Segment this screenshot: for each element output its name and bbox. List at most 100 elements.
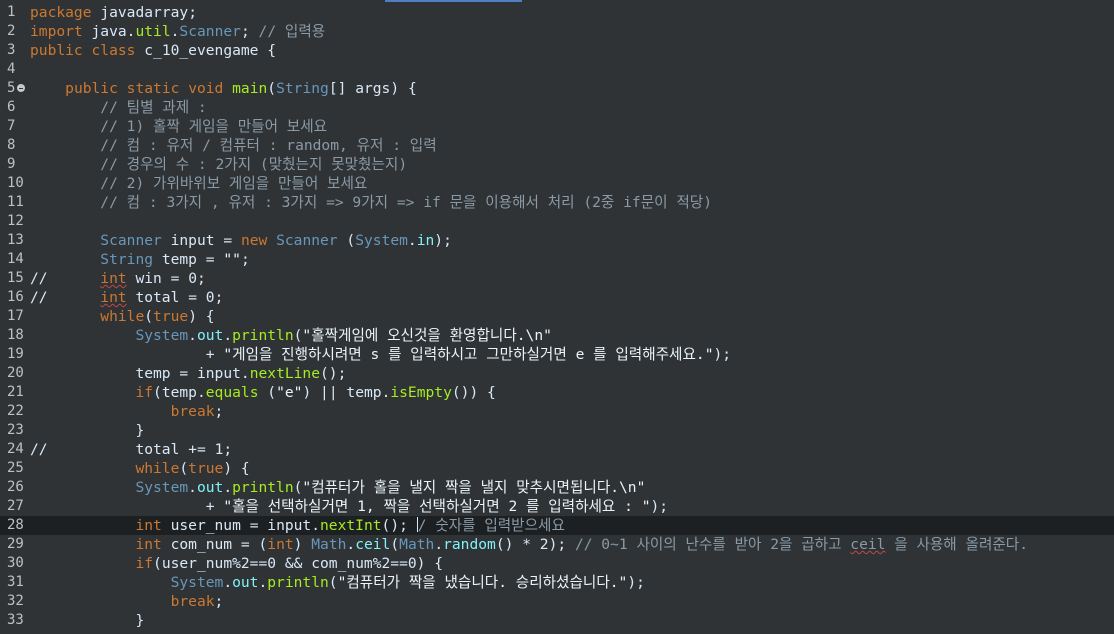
code-text: // 2) 가위바위보 게임을 만들어 보세요 xyxy=(100,175,368,192)
code-line[interactable]: 7 // 1) 홀짝 게임을 만들어 보세요 xyxy=(0,117,1114,136)
code-line[interactable]: 5 public static void main(String[] args)… xyxy=(0,79,1114,98)
code-text: public static void main(String[] args) { xyxy=(65,80,417,97)
code-line[interactable]: 15 // int win = 0; xyxy=(0,269,1114,288)
line-number: 4 xyxy=(7,61,16,77)
line-number: 22 xyxy=(7,403,24,419)
line-number: 32 xyxy=(7,593,24,609)
line-number: 13 xyxy=(7,232,24,248)
line-number: 6 xyxy=(7,99,16,115)
code-line[interactable]: 2 import java.util.Scanner; // 입력용 xyxy=(0,22,1114,41)
code-text: while(true) { xyxy=(135,460,250,477)
active-tab-indicator xyxy=(385,0,522,2)
code-line[interactable]: 20 temp = input.nextLine(); xyxy=(0,364,1114,383)
code-text: public class c_10_evengame { xyxy=(30,42,277,59)
line-number: 27 xyxy=(7,498,24,514)
line-number: 23 xyxy=(7,422,24,438)
code-line[interactable]: 11 // 컴 : 3가지 , 유저 : 3가지 => 9가지 => if 문을… xyxy=(0,193,1114,212)
code-line[interactable]: 16 // int total = 0; xyxy=(0,288,1114,307)
line-number: 26 xyxy=(7,479,24,495)
code-line[interactable]: 14 String temp = ""; xyxy=(0,250,1114,269)
code-text: // 컴 : 유저 / 컴퓨터 : random, 유저 : 입력 xyxy=(100,137,437,154)
code-text: + "게임을 진행하시려면 s 를 입력하시고 그만하실거면 e 를 입력해주세… xyxy=(205,346,732,363)
code-line[interactable]: 24 // total += 1; xyxy=(0,440,1114,459)
code-line[interactable]: 18 System.out.println("홀짝게임에 오신것을 환영합니다.… xyxy=(0,326,1114,345)
code-text: break; xyxy=(170,593,224,610)
code-text: String temp = ""; xyxy=(100,251,250,268)
code-text: System.out.println("컴퓨터가 짝을 냈습니다. 승리하셨습니… xyxy=(170,574,645,591)
line-number: 29 xyxy=(7,536,24,552)
code-text: if(temp.equals ("e") || temp.isEmpty()) … xyxy=(135,384,496,401)
line-number: 1 xyxy=(7,4,16,20)
code-text: Scanner input = new Scanner (System.in); xyxy=(100,232,452,249)
line-number: 30 xyxy=(7,555,24,571)
code-line[interactable]: 4 xyxy=(0,60,1114,79)
code-text: int user_num = input.nextInt(); / 숫자를 입력… xyxy=(135,517,565,534)
line-number: 10 xyxy=(7,175,24,191)
line-number: 14 xyxy=(7,251,24,267)
code-line[interactable]: 10 // 2) 가위바위보 게임을 만들어 보세요 xyxy=(0,174,1114,193)
code-text: // int total = 0; xyxy=(30,289,224,306)
code-line[interactable]: 19 + "게임을 진행하시려면 s 를 입력하시고 그만하실거면 e 를 입력… xyxy=(0,345,1114,364)
line-number: 25 xyxy=(7,460,24,476)
code-text: System.out.println("홀짝게임에 오신것을 환영합니다.\n" xyxy=(135,327,552,344)
code-text: temp = input.nextLine(); xyxy=(135,365,347,382)
code-line[interactable]: 30 if(user_num%2==0 && com_num%2==0) { xyxy=(0,554,1114,573)
code-text: import java.util.Scanner; // 입력용 xyxy=(30,23,326,40)
line-number: 8 xyxy=(7,137,16,153)
code-text: + "홀을 선택하실거면 1, 짝을 선택하실거면 2 를 입력하세요 : ")… xyxy=(205,498,669,515)
code-line[interactable]: 17 while(true) { xyxy=(0,307,1114,326)
code-line[interactable]: 28 int user_num = input.nextInt(); / 숫자를… xyxy=(0,516,1114,535)
code-text: break; xyxy=(170,403,224,420)
line-number: 33 xyxy=(7,612,24,628)
line-number: 28 xyxy=(7,517,24,533)
code-line[interactable]: 31 System.out.println("컴퓨터가 짝을 냈습니다. 승리하… xyxy=(0,573,1114,592)
line-number: 18 xyxy=(7,327,24,343)
line-number: 9 xyxy=(7,156,16,172)
code-text: // total += 1; xyxy=(30,441,233,458)
line-number: 12 xyxy=(7,213,24,229)
line-number: 17 xyxy=(7,308,24,324)
code-line[interactable]: 25 while(true) { xyxy=(0,459,1114,478)
code-line[interactable]: 9 // 경우의 수 : 2가지 (맞췄는지 못맞췄는지) xyxy=(0,155,1114,174)
code-text: package javadarray; xyxy=(30,4,197,21)
line-number: 7 xyxy=(7,118,16,134)
code-line[interactable]: 13 Scanner input = new Scanner (System.i… xyxy=(0,231,1114,250)
line-number: 31 xyxy=(7,574,24,590)
line-number: 3 xyxy=(7,42,16,58)
code-line[interactable]: 23 } xyxy=(0,421,1114,440)
code-editor[interactable]: 1 package javadarray; 2 import java.util.Sc… xyxy=(0,3,1114,634)
code-text: // 경우의 수 : 2가지 (맞췄는지 못맞췄는지) xyxy=(100,156,408,173)
line-number: 19 xyxy=(7,346,24,362)
code-text: } xyxy=(135,422,145,439)
code-line[interactable]: 8 // 컴 : 유저 / 컴퓨터 : random, 유저 : 입력 xyxy=(0,136,1114,155)
line-number: 24 xyxy=(7,441,24,457)
code-text: while(true) { xyxy=(100,308,215,325)
line-number: 20 xyxy=(7,365,24,381)
code-line[interactable]: 3 public class c_10_evengame { xyxy=(0,41,1114,60)
code-text: int com_num = (int) Math.ceil(Math.rando… xyxy=(135,536,1029,553)
line-number: 15 xyxy=(7,270,24,286)
code-text: } xyxy=(135,612,145,629)
fold-collapse-icon[interactable] xyxy=(17,84,25,92)
code-line[interactable]: 27 + "홀을 선택하실거면 1, 짝을 선택하실거면 2 를 입력하세요 :… xyxy=(0,497,1114,516)
code-line[interactable]: 22 break; xyxy=(0,402,1114,421)
line-number: 2 xyxy=(7,23,16,39)
code-text: System.out.println("컴퓨터가 홀을 낼지 짝을 낼지 맞추시… xyxy=(135,479,646,496)
code-text: if(user_num%2==0 && com_num%2==0) { xyxy=(135,555,444,572)
code-text: // 1) 홀짝 게임을 만들어 보세요 xyxy=(100,118,328,135)
code-line[interactable]: 29 int com_num = (int) Math.ceil(Math.ra… xyxy=(0,535,1114,554)
code-line[interactable]: 33 } xyxy=(0,611,1114,630)
line-number: 16 xyxy=(7,289,24,305)
code-text: // 컴 : 3가지 , 유저 : 3가지 => 9가지 => if 문을 이용… xyxy=(100,194,712,211)
code-text: // int win = 0; xyxy=(30,270,206,287)
line-number: 21 xyxy=(7,384,24,400)
code-line[interactable]: 26 System.out.println("컴퓨터가 홀을 낼지 짝을 낼지 … xyxy=(0,478,1114,497)
code-line[interactable]: 6 // 팀별 과제 : xyxy=(0,98,1114,117)
code-line[interactable]: 12 xyxy=(0,212,1114,231)
line-number: 11 xyxy=(7,194,24,210)
line-number: 5 xyxy=(7,80,16,96)
code-line[interactable]: 32 break; xyxy=(0,592,1114,611)
code-text: // 팀별 과제 : xyxy=(100,99,207,116)
code-line[interactable]: 1 package javadarray; xyxy=(0,3,1114,22)
code-line[interactable]: 21 if(temp.equals ("e") || temp.isEmpty(… xyxy=(0,383,1114,402)
